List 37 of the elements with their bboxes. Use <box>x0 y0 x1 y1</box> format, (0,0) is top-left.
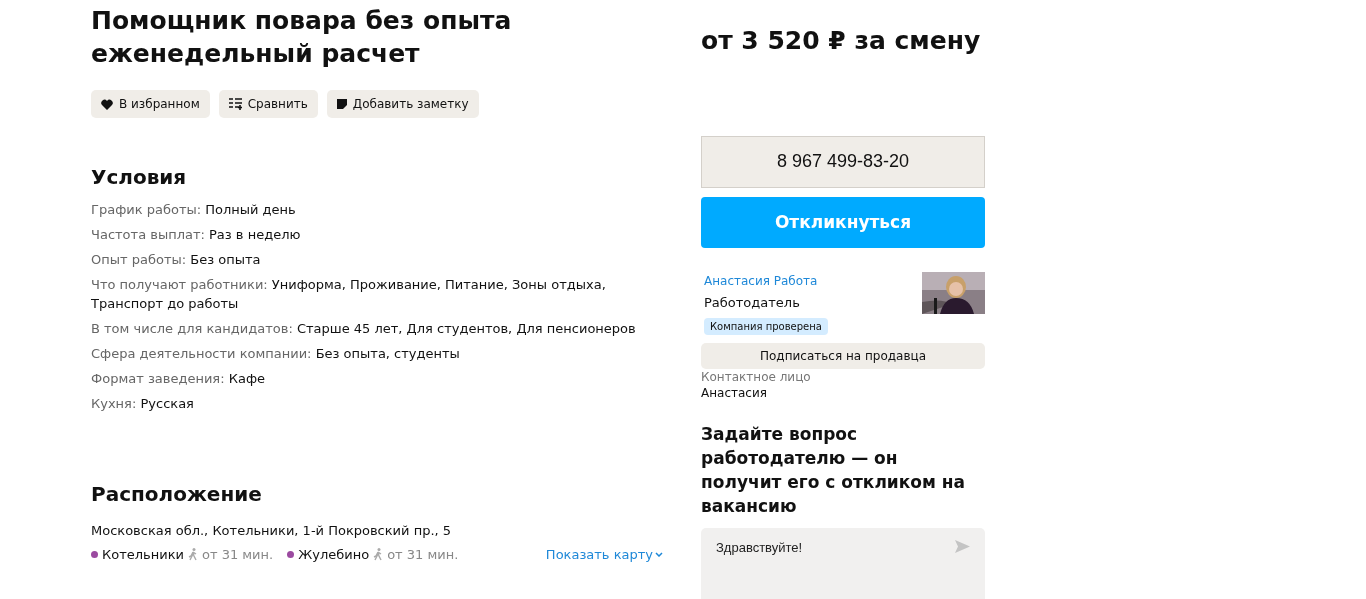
condition-text: Что получают работники: Униформа, Проживание, Питание, Зоны отдыха, Транспорт до работы <box>91 276 607 313</box>
action-button[interactable]: Сравнить <box>218 90 318 118</box>
condition-text: Опыт работы: Без опыта <box>91 251 262 269</box>
metro-station: Жулебино <box>298 545 370 564</box>
condition-text: Частота выплат: Раз в неделю <box>91 226 302 244</box>
condition-text: В том числе для кандидатов: Старше 45 лет, Для студентов, Для пенсионеров <box>91 320 637 338</box>
salary: от 3 520 ₽ за смену <box>701 25 982 57</box>
address: Московская обл., Котельники, 1-й Покровский пр., 5 <box>91 522 453 540</box>
heart-icon <box>101 98 113 110</box>
condition-text: Кухня: Русская <box>91 395 195 413</box>
walking-time: от 31 мин. <box>202 545 274 564</box>
condition-text: График работы: Полный день <box>91 201 297 219</box>
chevron-down-icon <box>655 551 663 557</box>
vacancy-title: Помощник повара без опыта еженедельный расчет <box>91 5 513 70</box>
compare-icon <box>228 98 242 110</box>
message-field[interactable]: Здравствуйте! <box>701 527 985 599</box>
question-heading: Задайте вопрос работодателю — он получит его с откликом на вакансию <box>701 422 966 518</box>
seller-name-link[interactable]: Анастасия Работа <box>704 271 818 290</box>
note-icon <box>336 99 347 109</box>
phone-button[interactable]: 8 967 499-83-20 <box>701 135 985 189</box>
action-button[interactable]: В избранном <box>91 90 210 118</box>
section-heading: Условия <box>91 164 188 191</box>
condition-text: Формат заведения: Кафе <box>91 370 266 388</box>
seller-role: Работодатель <box>704 293 800 312</box>
contact-label: Контактное лицо <box>701 369 812 385</box>
subscribe-button[interactable]: Подписаться на продавца <box>701 343 985 369</box>
walking-icon <box>188 547 198 561</box>
walking-time: от 31 мин. <box>387 545 459 564</box>
condition-text: Сфера деятельности компании: Без опыта, студенты <box>91 345 461 363</box>
send-icon[interactable] <box>955 539 970 553</box>
section-heading: Расположение <box>91 481 263 508</box>
metro-station: Котельники <box>102 545 184 564</box>
action-button[interactable]: Добавить заметку <box>326 90 479 118</box>
contact-name: Анастасия <box>701 384 768 401</box>
walking-icon <box>373 547 384 561</box>
verified-badge: Компания проверена <box>704 318 828 336</box>
show-map-link[interactable]: Показать карту <box>545 544 663 564</box>
